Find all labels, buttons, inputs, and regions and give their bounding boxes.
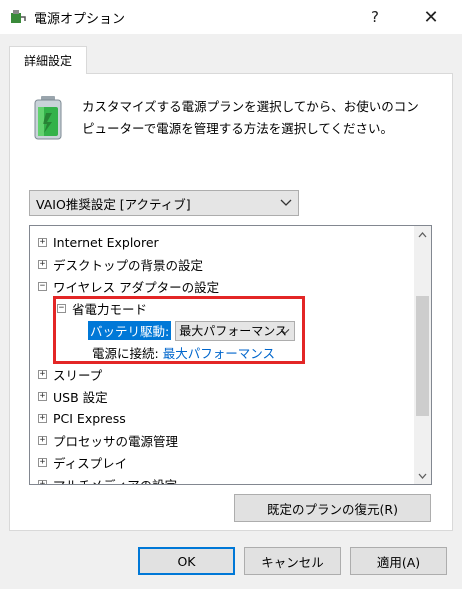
- tree-item-wireless-adapter[interactable]: − ワイヤレス アダプターの設定: [38, 276, 219, 297]
- tree-item-sleep[interactable]: + スリープ: [38, 364, 102, 385]
- tree-item-internet-explorer[interactable]: + Internet Explorer: [38, 232, 159, 253]
- expand-icon[interactable]: +: [38, 238, 47, 247]
- power-plan-value: VAIO推奨設定 [アクティブ]: [36, 196, 191, 212]
- expand-icon[interactable]: +: [38, 458, 47, 467]
- ok-button[interactable]: OK: [138, 547, 235, 575]
- tree-item-label: スリープ: [53, 368, 103, 383]
- expand-icon[interactable]: +: [38, 480, 47, 484]
- tree-item-label: USB 設定: [53, 390, 108, 405]
- expand-icon[interactable]: +: [38, 370, 47, 379]
- tree-item-display[interactable]: + ディスプレイ: [38, 452, 127, 473]
- cancel-button[interactable]: キャンセル: [244, 547, 341, 575]
- tree-item-label: PCI Express: [53, 411, 126, 426]
- tree-item-pci-express[interactable]: + PCI Express: [38, 408, 126, 429]
- tree-item-label: デスクトップの背景の設定: [53, 258, 204, 273]
- vertical-scrollbar[interactable]: [414, 226, 431, 484]
- help-button[interactable]: ?: [352, 0, 398, 34]
- collapse-icon[interactable]: −: [38, 282, 47, 291]
- tree-item-desktop-background[interactable]: + デスクトップの背景の設定: [38, 254, 203, 275]
- expand-icon[interactable]: +: [38, 392, 47, 401]
- tree-item-label: ディスプレイ: [53, 456, 128, 471]
- tree-item-label: マルチメディアの設定: [53, 475, 177, 484]
- expand-icon[interactable]: +: [38, 436, 47, 445]
- expand-icon[interactable]: +: [38, 414, 47, 423]
- tree-item-multimedia[interactable]: + マルチメディアの設定: [38, 474, 177, 484]
- chevron-down-icon: [280, 199, 292, 206]
- tree-item-label: プロセッサの電源管理: [53, 434, 179, 449]
- apply-button[interactable]: 適用(A): [350, 547, 447, 575]
- restore-defaults-button[interactable]: 既定のプランの復元(R): [234, 494, 431, 522]
- power-plan-select[interactable]: VAIO推奨設定 [アクティブ]: [29, 190, 299, 216]
- annotation-highlight-box: [53, 296, 305, 364]
- battery-icon: [34, 96, 62, 140]
- tree-item-processor-power[interactable]: + プロセッサの電源管理: [38, 430, 178, 451]
- tree-item-label: ワイヤレス アダプターの設定: [53, 280, 220, 295]
- window-title: 電源オプション: [34, 12, 126, 27]
- title-bar: 電源オプション ? ✕: [0, 0, 462, 34]
- scroll-up-icon[interactable]: [414, 226, 431, 243]
- power-options-icon: [11, 10, 26, 23]
- expand-icon[interactable]: +: [38, 260, 47, 269]
- close-button[interactable]: ✕: [408, 0, 454, 34]
- tab-advanced-settings[interactable]: 詳細設定: [9, 46, 87, 74]
- scroll-down-icon[interactable]: [414, 467, 431, 484]
- tree-item-label: Internet Explorer: [53, 235, 159, 250]
- tree-item-usb-settings[interactable]: + USB 設定: [38, 386, 108, 407]
- scrollbar-thumb[interactable]: [416, 296, 429, 416]
- description-text: カスタマイズする電源プランを選択してから、お使いのコンピューターで電源を管理する…: [82, 99, 419, 136]
